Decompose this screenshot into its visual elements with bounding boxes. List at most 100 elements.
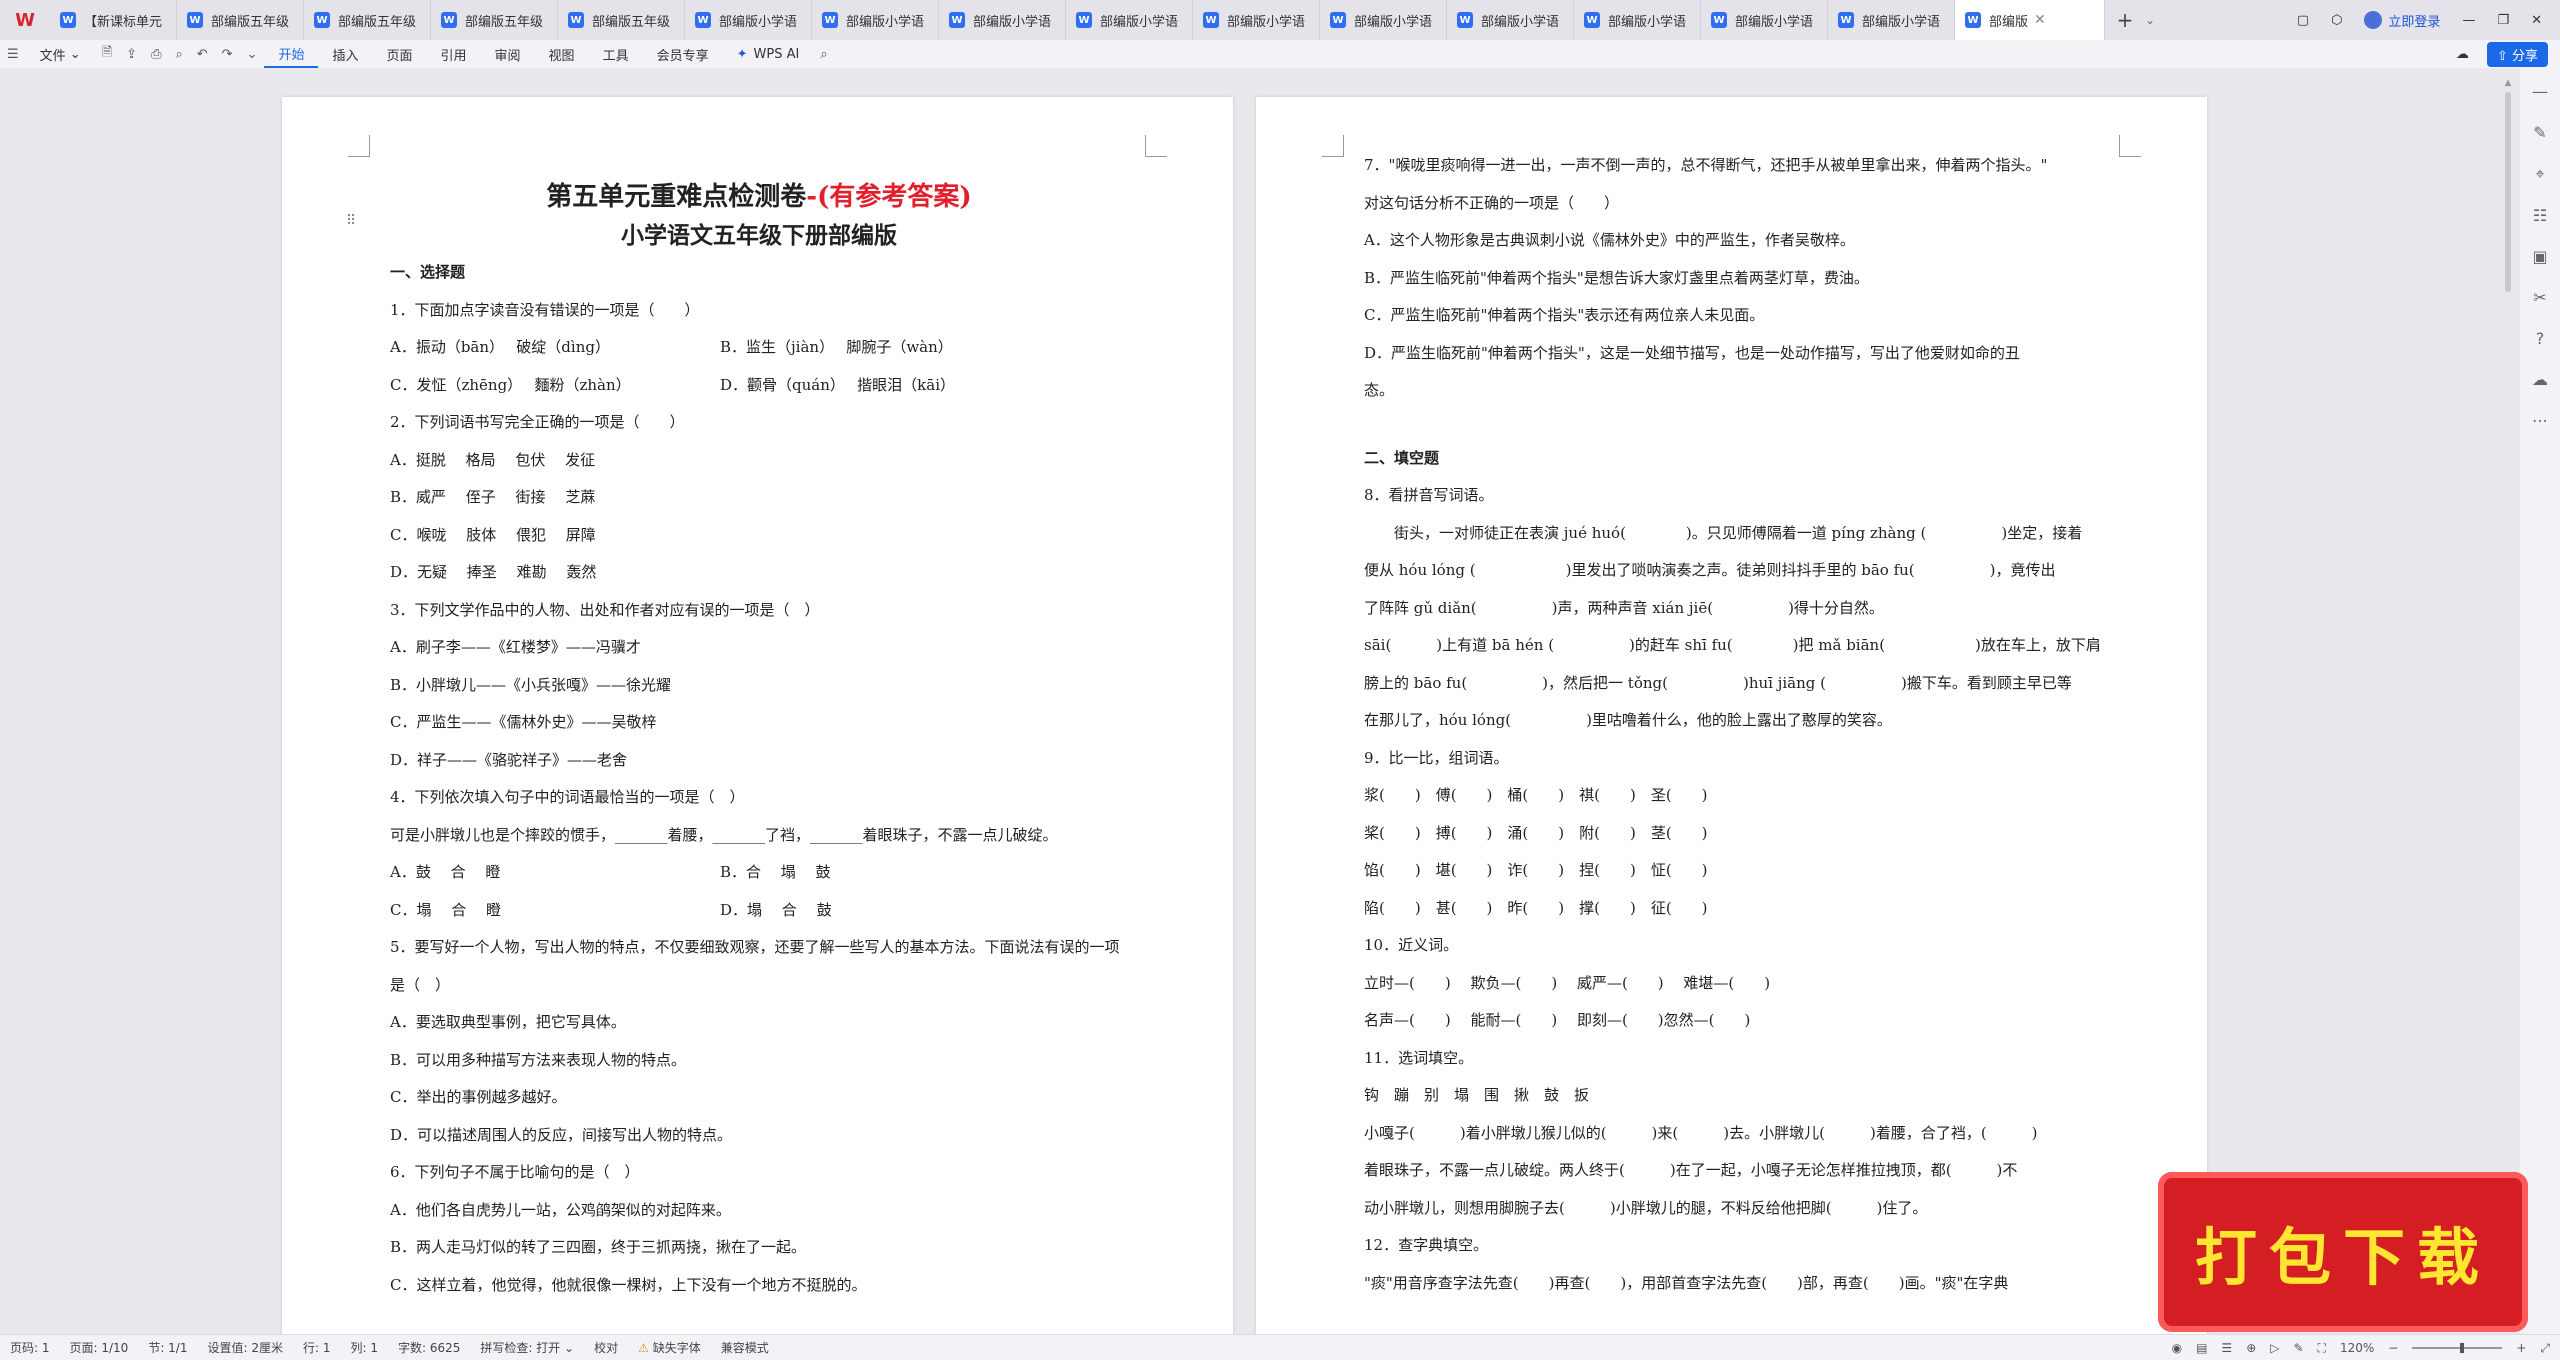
question-line: 2．下列词语书写完全正确的一项是（ ） <box>390 413 685 431</box>
document-tab[interactable]: W 部编版小学语 <box>1701 0 1828 40</box>
menu-item-reference[interactable]: 引用 <box>427 40 481 68</box>
scrollbar-thumb[interactable] <box>2505 92 2511 292</box>
document-tab[interactable]: W 部编版小学语 <box>1193 0 1320 40</box>
wps-ai-button[interactable]: ✦ WPS AI <box>723 40 814 68</box>
text-line: 对这句话分析不正确的一项是（ ） <box>1364 193 1620 212</box>
cube-icon[interactable]: ⬡ <box>2331 13 2342 28</box>
option-row: C．塌 合 瞪 D．塌 合 鼓 <box>390 900 832 919</box>
document-tab[interactable]: W 部编版小学语 <box>1066 0 1193 40</box>
collapse-icon[interactable]: — <box>2532 82 2548 101</box>
status-missing-font[interactable]: ⚠ 缺失字体 <box>628 1339 711 1356</box>
document-tab[interactable]: W 部编版五年级 <box>304 0 431 40</box>
document-tab[interactable]: W 部编版小学语 <box>685 0 812 40</box>
tab-label: 部编版五年级 <box>465 14 544 30</box>
document-tab[interactable]: W 部编版五年级 <box>431 0 558 40</box>
pen-mode-icon[interactable]: ✎ <box>2293 1341 2303 1355</box>
menu-item-page[interactable]: 页面 <box>373 40 427 68</box>
menu-file[interactable]: 文件 ⌄ <box>26 40 95 68</box>
status-proof[interactable]: 校对 <box>584 1339 628 1356</box>
text-line: 7．"喉咙里痰响得一进一出，一声不倒一声的，总不得断气，还把手从被单里拿出来，伸… <box>1364 156 2048 174</box>
fit-icon[interactable]: ⛶ <box>2318 1341 2326 1356</box>
tab-label: 部编版五年级 <box>592 14 671 30</box>
document-page-1[interactable]: ⠿ 第五单元重难点检测卷-(有参考答案) 小学语文五年级下册部编版 一、选择题 … <box>282 97 1233 1334</box>
zoom-out-icon[interactable]: − <box>2388 1341 2398 1355</box>
close-tab-icon[interactable]: ✕ <box>2034 12 2046 28</box>
document-tab[interactable]: W 部编版五年级 <box>558 0 685 40</box>
status-section[interactable]: 节: 1/1 <box>138 1339 197 1356</box>
print-preview-icon[interactable]: ⌕ <box>168 40 189 68</box>
menu-item-insert[interactable]: 插入 <box>318 40 372 68</box>
undo-icon[interactable]: ↶ <box>190 40 215 68</box>
tab-list-chevron-icon[interactable]: ⌄ <box>2145 13 2165 27</box>
vertical-scrollbar[interactable]: ▲ <box>2504 78 2512 328</box>
document-tab[interactable]: W 部编版小学语 <box>1574 0 1701 40</box>
image-icon[interactable]: ▣ <box>2532 247 2547 266</box>
tools-icon[interactable]: ✂ <box>2533 288 2546 307</box>
page-1-content: 第五单元重难点检测卷-(有参考答案) 小学语文五年级下册部编版 一、选择题 1．… <box>390 182 1128 1304</box>
page-view-icon[interactable]: ▤ <box>2196 1341 2207 1355</box>
layout-icon[interactable]: ▢ <box>2297 13 2309 28</box>
minimize-icon[interactable]: — <box>2462 13 2475 28</box>
login-button[interactable]: 立即登录 <box>2364 11 2440 30</box>
cloud-sync-icon[interactable]: ☁ <box>2456 47 2469 62</box>
close-window-icon[interactable]: ✕ <box>2531 13 2542 28</box>
option-line: A．挺脱 格局 包伏 发征 <box>390 450 596 469</box>
pen-icon[interactable]: ✎ <box>2533 123 2546 142</box>
menu-item-home[interactable]: 开始 <box>264 40 319 68</box>
document-tab[interactable]: W 部编版小学语 <box>1828 0 1955 40</box>
status-pages[interactable]: 页面: 1/10 <box>60 1339 139 1356</box>
menu-item-view[interactable]: 视图 <box>535 40 589 68</box>
zoom-slider-knob[interactable] <box>2460 1343 2465 1353</box>
restore-icon[interactable]: ❐ <box>2497 13 2509 28</box>
document-tab[interactable]: W 部编版小学语 <box>812 0 939 40</box>
margin-corner-mark <box>348 135 370 157</box>
status-words[interactable]: 字数: 6625 <box>388 1339 470 1356</box>
web-view-icon[interactable]: ⊕ <box>2246 1341 2256 1355</box>
word-doc-icon: W <box>60 12 76 28</box>
new-tab-button[interactable]: + <box>2105 8 2145 32</box>
wps-logo-icon[interactable]: W <box>0 0 50 40</box>
menu-item-tools[interactable]: 工具 <box>589 40 643 68</box>
redo-icon[interactable]: ↷ <box>215 40 240 68</box>
document-tab[interactable]: W 部编版小学语 <box>1320 0 1447 40</box>
document-tab[interactable]: W 部编版五年级 <box>177 0 304 40</box>
zoom-level[interactable]: 120% <box>2340 1341 2374 1355</box>
menu-item-vip[interactable]: 会员专享 <box>643 40 723 68</box>
document-tab[interactable]: W 部编版 ✕ <box>1955 0 2105 40</box>
status-col: 列: 1 <box>350 1341 378 1355</box>
play-icon[interactable]: ▷ <box>2270 1341 2279 1355</box>
word-doc-icon: W <box>1711 12 1727 28</box>
zoom-in-icon[interactable]: + <box>2516 1341 2526 1355</box>
document-tab[interactable]: W 【新课标单元 <box>50 0 177 40</box>
document-tab[interactable]: W 部编版小学语 <box>1447 0 1574 40</box>
document-page-2[interactable]: 7．"喉咙里痰响得一进一出，一声不倒一声的，总不得断气，还把手从被单里拿出来，伸… <box>1256 97 2207 1334</box>
cloud-icon[interactable]: ☁ <box>2532 370 2548 389</box>
help-icon[interactable]: ? <box>2536 329 2545 348</box>
hamburger-icon[interactable]: ☰ <box>0 40 26 68</box>
export-icon[interactable]: ⇪ <box>119 40 144 68</box>
eye-icon[interactable]: ◉ <box>2172 1341 2182 1355</box>
print-icon[interactable]: ⎙ <box>144 40 168 68</box>
word-doc-icon: W <box>1584 12 1600 28</box>
fullscreen-icon[interactable]: ⤢ <box>2540 1341 2550 1356</box>
status-settings[interactable]: 设置值: 2厘米 <box>197 1339 293 1356</box>
share-button[interactable]: ⇧ 分享 <box>2486 41 2548 67</box>
menu-item-review[interactable]: 审阅 <box>481 40 535 68</box>
status-spellcheck[interactable]: 拼写检查: 打开 ⌄ <box>470 1339 584 1356</box>
download-package-badge[interactable]: 打包下载 <box>2158 1172 2528 1332</box>
drag-handle-icon[interactable]: ⠿ <box>346 213 356 229</box>
more-icon[interactable]: ⋯ <box>2532 411 2548 430</box>
outline-icon[interactable]: ☰ <box>2221 1341 2232 1355</box>
zoom-slider[interactable] <box>2412 1343 2503 1353</box>
adjust-icon[interactable]: ☷ <box>2533 206 2547 225</box>
document-tab[interactable]: W 部编版小学语 <box>939 0 1066 40</box>
more-chevron-icon[interactable]: ⌄ <box>240 40 265 68</box>
status-page[interactable]: 页码: 1 <box>0 1339 60 1356</box>
document-area[interactable]: ⠿ 第五单元重难点检测卷-(有参考答案) 小学语文五年级下册部编版 一、选择题 … <box>0 68 2520 1334</box>
option-line: D．祥子——《骆驼祥子》——老舍 <box>390 750 628 769</box>
select-icon[interactable]: ⌖ <box>2535 164 2544 184</box>
search-icon[interactable]: ⌕ <box>813 40 834 68</box>
save-icon[interactable]: 🗎 <box>95 40 119 68</box>
tab-label: 部编版小学语 <box>1227 14 1306 30</box>
scroll-up-icon[interactable]: ▲ <box>2504 78 2512 88</box>
